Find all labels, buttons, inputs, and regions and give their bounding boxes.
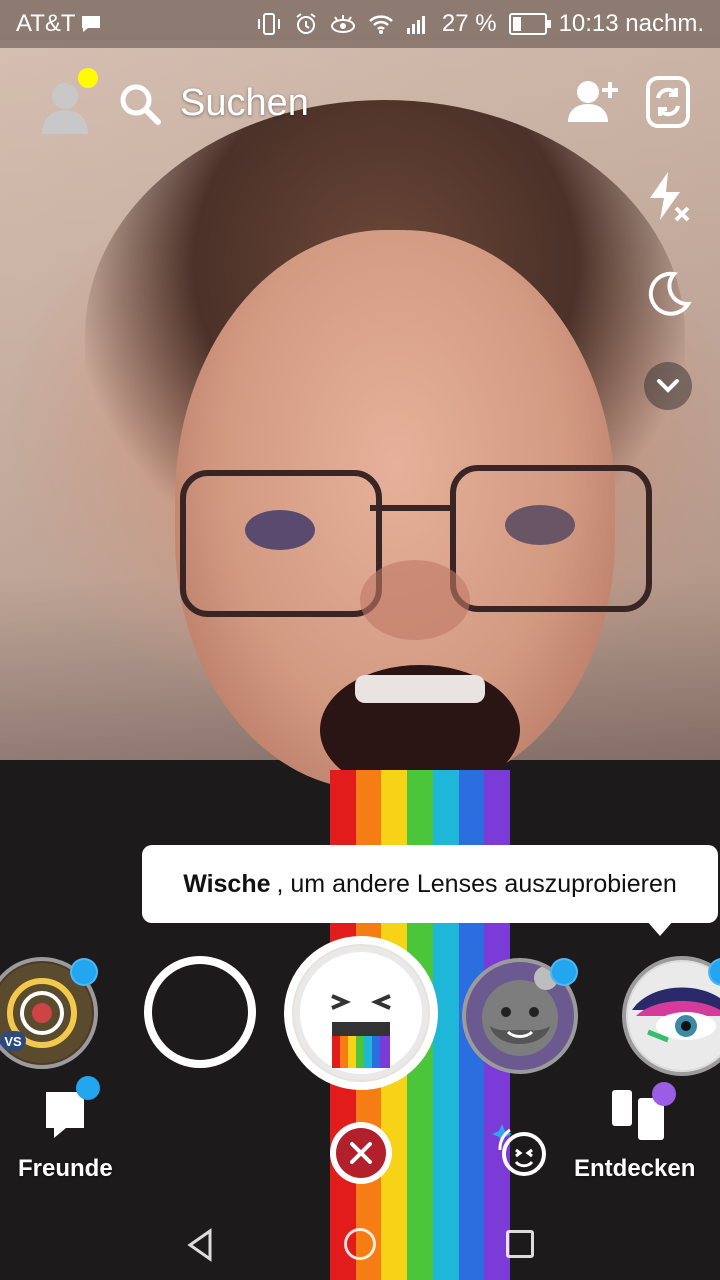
battery-fill (512, 17, 521, 31)
teeth (355, 675, 485, 703)
flip-camera-icon[interactable] (644, 74, 692, 130)
lens-vs-badge: VS (4, 1034, 22, 1049)
glasses-bridge (370, 505, 454, 511)
recents-icon[interactable] (506, 1230, 534, 1258)
vibrate-icon (257, 13, 280, 35)
tooltip-arrow (646, 920, 674, 936)
wifi-icon (369, 15, 393, 34)
glasses-left-lens (180, 470, 382, 617)
close-icon (336, 1128, 386, 1178)
home-icon[interactable] (344, 1228, 376, 1260)
battery-percent: 27 % (441, 10, 497, 37)
status-right: 27 % 10:13 nachm. (256, 10, 704, 38)
battery-icon (508, 13, 551, 35)
alarm-icon (296, 13, 316, 34)
flash-off-icon[interactable] (642, 170, 694, 222)
lens-empty[interactable] (144, 956, 256, 1068)
lens-beard-new-dot (550, 958, 578, 986)
lens-eye-makeup-art (628, 962, 720, 1070)
tooltip-bold: Wische (183, 869, 271, 898)
nose (360, 560, 470, 640)
signal-icon (406, 16, 425, 34)
top-bar: Suchen (0, 60, 720, 150)
close-lens-button[interactable] (330, 1122, 392, 1184)
avatar-notification-dot (78, 68, 98, 88)
discover-notification-dot (652, 1082, 676, 1106)
lens-vs-new-dot (70, 958, 98, 986)
swipe-tooltip: Wische, um andere Lenses auszuprobieren (142, 845, 718, 923)
friends-label[interactable]: Freunde (18, 1155, 113, 1183)
chevron-down-icon[interactable] (644, 362, 692, 410)
status-bar: AT&T 27 % 10:13 nachm. (0, 0, 720, 48)
lens-rainbow-selected[interactable] (284, 936, 438, 1090)
message-icon (81, 16, 100, 32)
close-glyph (350, 1142, 372, 1164)
tooltip-text: , um andere Lenses auszuprobieren (276, 869, 677, 898)
night-mode-icon[interactable] (642, 268, 694, 320)
search-icon[interactable] (118, 82, 162, 126)
status-left: AT&T (16, 10, 102, 38)
carrier-label: AT&T (16, 10, 76, 37)
chat-notification-dot (76, 1076, 100, 1100)
add-friend-icon[interactable] (566, 78, 622, 124)
discover-label[interactable]: Entdecken (574, 1155, 695, 1183)
lens-rainbow-art (294, 946, 428, 1080)
chevron-down-glyph (657, 379, 679, 393)
clock: 10:13 nachm. (558, 10, 704, 37)
android-nav-bar (0, 1210, 720, 1280)
eye-comfort-icon (330, 15, 355, 33)
back-icon[interactable] (186, 1228, 214, 1262)
search-label[interactable]: Suchen (180, 82, 309, 125)
glasses-right-lens (450, 465, 652, 612)
lens-explorer-icon[interactable] (490, 1120, 550, 1180)
